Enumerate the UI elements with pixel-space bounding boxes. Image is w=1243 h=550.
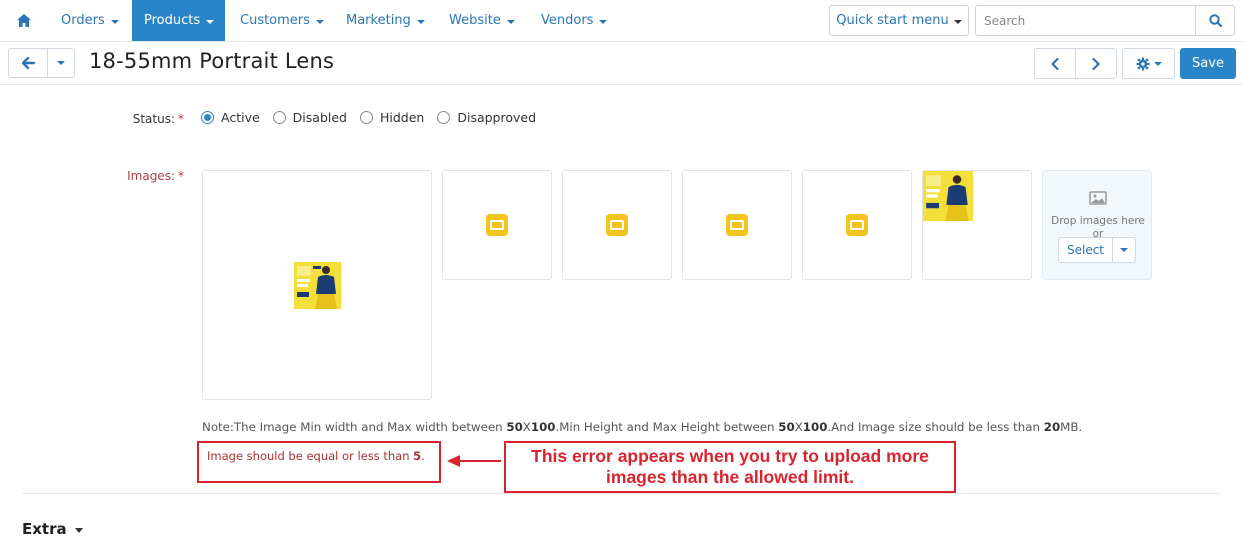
chevron-down-icon — [506, 19, 515, 24]
chevron-down-icon — [1120, 248, 1128, 252]
back-button[interactable] — [8, 48, 48, 78]
status-disapproved-option[interactable]: Disapproved — [437, 110, 536, 125]
chevron-down-icon — [953, 19, 962, 24]
chevron-down-icon — [110, 19, 119, 24]
status-hidden-option[interactable]: Hidden — [359, 110, 424, 125]
chevron-down-icon — [206, 19, 215, 24]
settings-dropdown-button[interactable] — [1122, 48, 1175, 79]
image-icon — [1089, 191, 1107, 205]
page-title: 18-55mm Portrait Lens — [89, 49, 335, 73]
radio-button[interactable] — [272, 111, 286, 124]
image-tile[interactable] — [562, 170, 672, 280]
nav-vendors[interactable]: Vendors — [529, 0, 619, 41]
select-images-button[interactable]: Select — [1058, 237, 1113, 263]
radio-button[interactable] — [201, 111, 214, 124]
search-icon — [1208, 14, 1222, 27]
nav-products[interactable]: Products — [132, 0, 225, 41]
home-icon[interactable] — [9, 0, 39, 41]
error-highlight-box: Image should be equal or less than 5. — [197, 441, 441, 483]
image-placeholder-icon — [486, 214, 508, 236]
image-drop-zone[interactable]: Drop images here or Select — [1042, 170, 1152, 280]
search-button[interactable] — [1195, 5, 1235, 36]
chevron-down-icon — [599, 19, 608, 24]
annotation-arrow-icon — [447, 455, 501, 467]
main-image-tile[interactable] — [202, 170, 432, 400]
select-source-dropdown[interactable] — [1112, 237, 1136, 263]
product-image-thumbnail — [923, 171, 973, 221]
image-tile[interactable] — [442, 170, 552, 280]
chevron-down-icon — [416, 19, 425, 24]
chevron-down-icon — [315, 19, 324, 24]
status-active-option[interactable]: Active — [201, 110, 260, 125]
nav-customers[interactable]: Customers — [228, 0, 336, 41]
product-image-thumbnail — [294, 262, 341, 309]
image-placeholder-icon — [606, 214, 628, 236]
image-tile[interactable] — [802, 170, 912, 280]
next-product-button[interactable] — [1075, 48, 1117, 79]
status-label: Status: * — [132, 112, 184, 126]
annotation-callout: This error appears when you try to uploa… — [504, 441, 956, 493]
radio-button[interactable] — [359, 111, 373, 124]
image-placeholder-icon — [726, 214, 748, 236]
radio-button[interactable] — [437, 111, 451, 124]
image-placeholder-icon — [846, 214, 868, 236]
nav-marketing[interactable]: Marketing — [334, 0, 437, 41]
image-tile[interactable] — [682, 170, 792, 280]
images-label: Images: * — [127, 169, 184, 183]
page-toolbar: 18-55mm Portrait Lens Save — [0, 42, 1243, 85]
nav-orders[interactable]: Orders — [49, 0, 131, 41]
status-disabled-option[interactable]: Disabled — [272, 110, 347, 125]
back-history-dropdown[interactable] — [47, 48, 75, 78]
status-radio-group: Active Disabled Hidden Disapproved — [201, 110, 549, 125]
search-input[interactable] — [975, 5, 1196, 36]
image-requirements-note: Note:The Image Min width and Max width b… — [202, 420, 1083, 434]
chevron-down-icon — [1153, 61, 1162, 66]
chevron-down-icon — [74, 527, 83, 533]
chevron-right-icon — [1092, 57, 1100, 70]
section-divider — [22, 493, 1221, 494]
top-navigation: Orders Products Customers Marketing Webs… — [0, 0, 1243, 42]
chevron-left-icon — [1051, 57, 1059, 70]
quick-start-menu-button[interactable]: Quick start menu — [829, 5, 969, 36]
image-limit-error-message: Image should be equal or less than 5. — [207, 449, 425, 463]
gear-icon — [1136, 57, 1149, 70]
previous-product-button[interactable] — [1034, 48, 1076, 79]
chevron-down-icon — [57, 61, 65, 65]
nav-website[interactable]: Website — [437, 0, 527, 41]
extra-section-toggle[interactable]: Extra — [22, 520, 83, 538]
arrow-left-icon — [21, 57, 35, 69]
save-button[interactable]: Save — [1180, 48, 1236, 79]
image-tile[interactable] — [922, 170, 1032, 280]
